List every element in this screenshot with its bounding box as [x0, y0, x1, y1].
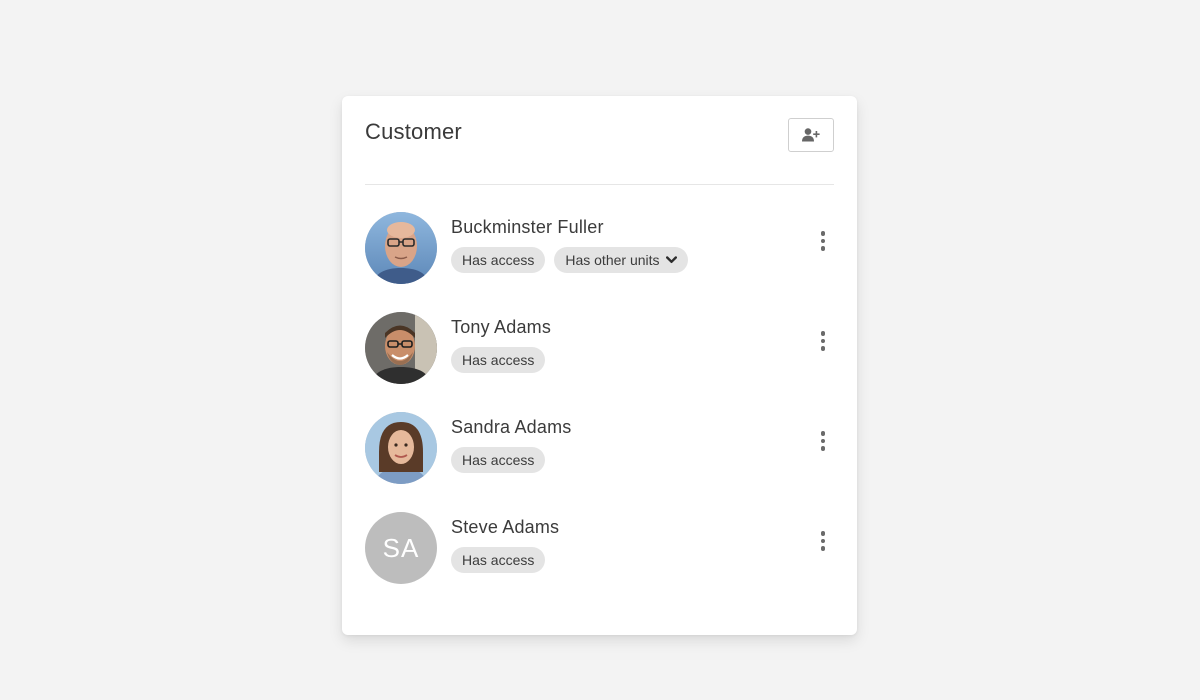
card-header: Customer	[365, 96, 834, 185]
avatar: SA	[365, 512, 437, 584]
member-chips: Has access	[451, 347, 546, 373]
member-chips: Has access	[451, 547, 546, 573]
avatar	[365, 412, 437, 484]
other-units-dropdown[interactable]: Has other units	[554, 247, 688, 273]
access-chip: Has access	[451, 247, 546, 273]
member-chips: Has access	[451, 447, 546, 473]
avatar	[365, 212, 437, 284]
member-chips: Has access Has other units	[451, 247, 688, 273]
avatar-initials: SA	[382, 532, 420, 563]
list-item: Buckminster Fuller Has access Has other …	[365, 212, 834, 312]
more-vertical-icon[interactable]	[812, 530, 834, 552]
member-name: Steve Adams	[451, 517, 560, 537]
customer-card: Customer Buckminster Fuller Has access H…	[342, 96, 857, 635]
list-item: Tony Adams Has access	[365, 312, 834, 412]
member-name: Tony Adams	[451, 317, 552, 337]
chevron-down-icon	[665, 256, 677, 263]
more-vertical-icon[interactable]	[812, 330, 834, 352]
avatar	[365, 312, 437, 384]
more-vertical-icon[interactable]	[812, 230, 834, 252]
access-chip: Has access	[451, 547, 546, 573]
dropdown-label: Has other units	[565, 252, 660, 268]
add-user-button[interactable]	[788, 118, 834, 152]
member-list: Buckminster Fuller Has access Has other …	[365, 212, 834, 612]
more-vertical-icon[interactable]	[812, 430, 834, 452]
member-name: Sandra Adams	[451, 417, 572, 437]
list-item: Sandra Adams Has access	[365, 412, 834, 512]
card-title: Customer	[365, 119, 462, 144]
access-chip: Has access	[451, 447, 546, 473]
member-name: Buckminster Fuller	[451, 217, 604, 237]
access-chip: Has access	[451, 347, 546, 373]
add-user-icon	[802, 128, 820, 142]
list-item: SA Steve Adams Has access	[365, 512, 834, 612]
